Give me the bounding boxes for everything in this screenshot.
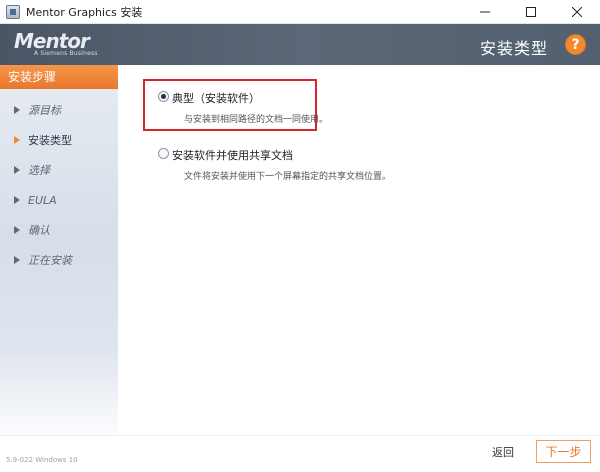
step-label: EULA: [28, 193, 57, 207]
app-icon: [6, 4, 20, 19]
back-button[interactable]: 返回: [492, 444, 514, 460]
step-label: 安装类型: [28, 134, 72, 147]
page-title: 安装类型: [479, 39, 548, 58]
mentor-logo: Mentor A Siemens Business: [14, 30, 102, 60]
window-titlebar: Mentor Graphics 安装: [0, 0, 600, 24]
step-label: 确认: [28, 224, 50, 237]
minimize-icon: [480, 11, 490, 13]
next-button[interactable]: 下一步: [536, 440, 591, 463]
step-item-confirm: 确认: [0, 215, 118, 245]
maximize-button[interactable]: [508, 0, 554, 24]
version-text: 5.9-022 Windows 10: [6, 456, 78, 464]
radio-button[interactable]: [158, 148, 169, 159]
step-arrow-icon: [14, 256, 20, 264]
window-controls: [462, 0, 600, 24]
minimize-button[interactable]: [462, 0, 508, 24]
step-arrow-icon: [14, 196, 20, 204]
sidebar-fade: [0, 355, 118, 445]
step-arrow-icon: [14, 136, 20, 144]
close-button[interactable]: [554, 0, 600, 24]
step-arrow-icon: [14, 106, 20, 114]
step-label: 正在安装: [28, 254, 72, 267]
logo-subtitle: A Siemens Business: [34, 50, 98, 57]
close-icon: [572, 7, 582, 17]
step-label: 源目标: [28, 104, 61, 117]
help-button[interactable]: ?: [565, 34, 586, 55]
window-title: Mentor Graphics 安装: [26, 5, 143, 19]
option-label[interactable]: 典型（安装软件）: [172, 90, 260, 106]
maximize-icon: [526, 7, 536, 17]
radio-button-checked[interactable]: [158, 91, 169, 102]
step-item-select: 选择: [0, 155, 118, 185]
install-type-panel: 典型（安装软件） 与安装到相同路径的文档一同使用。 安装软件并使用共享文档 文件…: [118, 65, 600, 435]
step-arrow-icon: [14, 166, 20, 174]
step-label: 选择: [28, 164, 50, 177]
step-item-eula: EULA: [0, 185, 118, 215]
footer-bar: 5.9-022 Windows 10 返回 下一步: [0, 435, 600, 472]
step-item-source: 源目标: [0, 95, 118, 125]
logo-word: Mentor: [14, 29, 90, 53]
option-description: 与安装到相同路径的文档一同使用。: [184, 115, 329, 125]
sidebar-heading: 安装步骤: [0, 65, 132, 89]
steps-list: 源目标 安装类型 选择 EULA 确认 正在安装: [0, 95, 118, 275]
step-item-install-type: 安装类型: [0, 125, 118, 155]
option-label[interactable]: 安装软件并使用共享文档: [172, 147, 293, 163]
step-item-installing: 正在安装: [0, 245, 118, 275]
step-arrow-icon: [14, 226, 20, 234]
header-banner: Mentor A Siemens Business 安装类型 ?: [0, 24, 600, 65]
option-description: 文件将安装并使用下一个屏幕指定的共享文档位置。: [184, 172, 392, 182]
steps-sidebar: 安装步骤 源目标 安装类型 选择 EULA 确认 正在安装: [0, 65, 132, 355]
